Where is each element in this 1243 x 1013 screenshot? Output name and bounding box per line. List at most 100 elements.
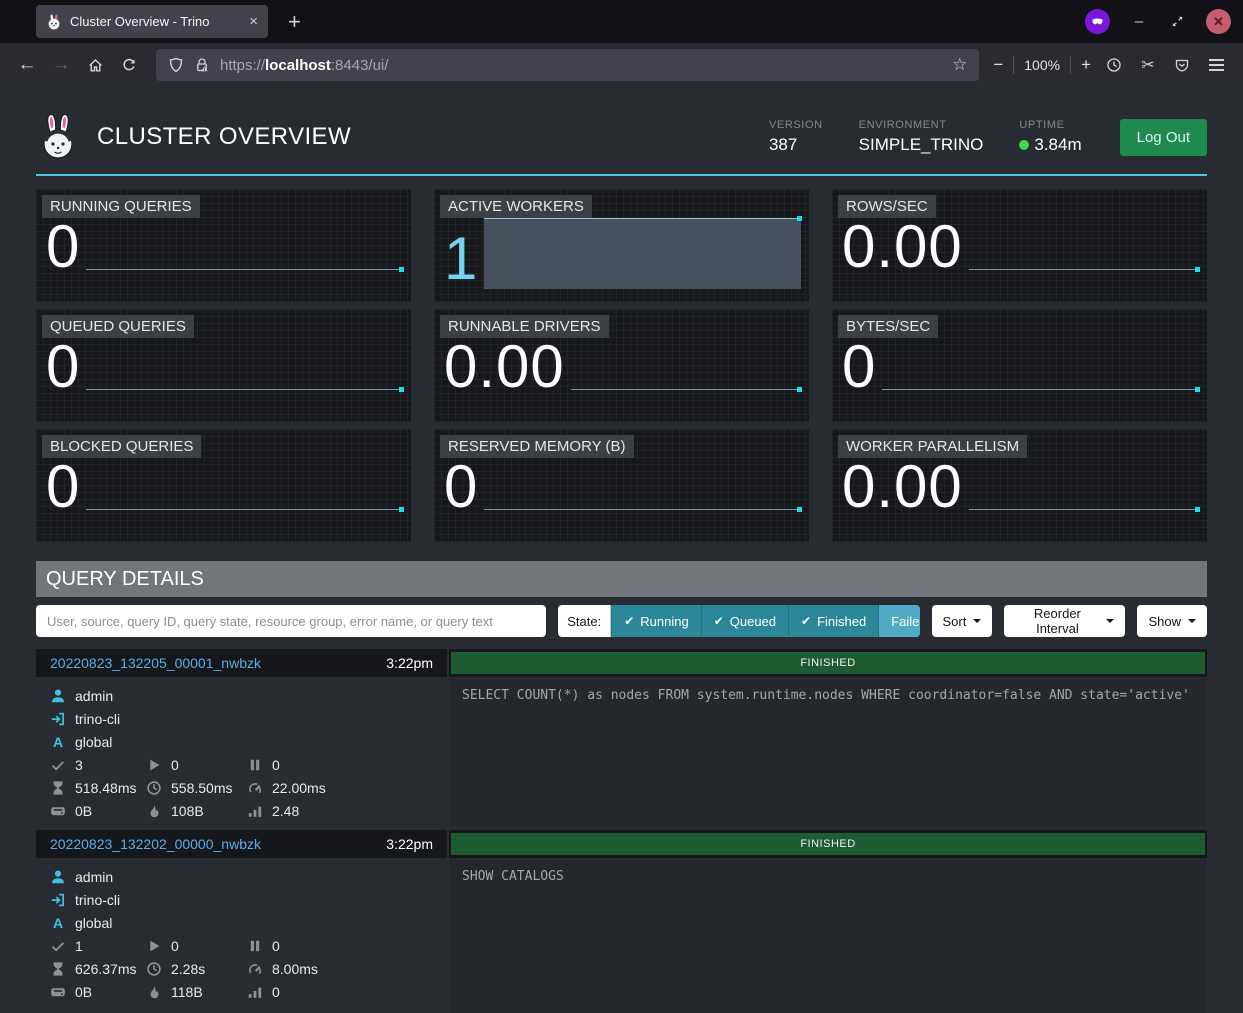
uptime-status-dot <box>1019 140 1029 150</box>
query-meta-panel: admintrino-cliAglobal100626.37ms2.28s8.0… <box>36 860 447 1013</box>
cpu-time-icon <box>247 961 263 977</box>
sparkline-flat <box>969 509 1199 510</box>
tracking-protection-shield-icon[interactable] <box>168 57 184 73</box>
query-id-link[interactable]: 20220823_132202_00000_nwbzk <box>50 836 261 852</box>
stat-completed-splits: 3 <box>50 753 146 776</box>
sparkline-flat <box>882 389 1199 390</box>
stat-card-value: 0.00 <box>842 458 963 517</box>
elapsed-time-value: 2.28s <box>171 961 205 977</box>
screenshot-scissors-icon[interactable]: ✂ <box>1131 49 1165 81</box>
query-sql-text: SHOW CATALOGS <box>449 860 1207 1013</box>
svg-text:A: A <box>53 915 63 931</box>
sparkline-latest-dot <box>797 387 802 392</box>
completed-splits-value: 3 <box>75 757 83 773</box>
query-search-input[interactable] <box>36 605 546 637</box>
private-browsing-icon <box>1085 9 1110 34</box>
trino-logo <box>36 113 80 161</box>
page-title: CLUSTER OVERVIEW <box>97 123 351 151</box>
sort-dropdown[interactable]: Sort <box>932 605 993 637</box>
pocket-icon[interactable] <box>1165 49 1199 81</box>
stat-card-value: 0 <box>46 458 80 517</box>
resource-group-icon: A <box>50 734 66 750</box>
completed-splits-icon <box>50 757 66 773</box>
source-value: trino-cli <box>75 892 120 908</box>
filter-running-button[interactable]: ✔Running <box>611 605 701 637</box>
stat-current-memory: 0B <box>50 980 146 1003</box>
stat-wall-time: 626.37ms <box>50 957 146 980</box>
separator <box>1013 56 1014 74</box>
check-icon: ✔ <box>624 614 634 628</box>
zoom-level[interactable]: 100% <box>1024 57 1060 73</box>
minimize-button[interactable]: – <box>1130 13 1148 31</box>
separator <box>1070 56 1071 74</box>
url-bar[interactable]: https://localhost:8443/ui/ ☆ <box>156 49 979 81</box>
query-status-cell: FINISHED <box>449 830 1207 858</box>
back-icon[interactable]: ← <box>10 49 44 81</box>
show-dropdown[interactable]: Show <box>1137 605 1207 637</box>
menu-hamburger-icon[interactable] <box>1199 49 1233 81</box>
check-icon: ✔ <box>714 614 724 628</box>
new-tab-button[interactable]: + <box>288 9 301 35</box>
query-list: 20220823_132205_00001_nwbzk3:22pmFINISHE… <box>36 649 1207 1013</box>
resource-group-value: global <box>75 734 112 750</box>
sparkline-latest-dot <box>399 267 404 272</box>
restore-button[interactable] <box>1168 13 1186 31</box>
zoom-in-button[interactable]: + <box>1081 55 1091 75</box>
sparkline-latest-dot <box>399 387 404 392</box>
stat-parallelism: 2.48 <box>247 799 433 822</box>
uptime-stat: UPTIME 3.84m <box>1019 119 1081 155</box>
tab-close-icon[interactable]: × <box>249 14 258 29</box>
trino-favicon <box>46 14 62 30</box>
version-value: 387 <box>769 135 823 155</box>
url-text[interactable]: https://localhost:8443/ui/ <box>220 57 942 74</box>
stat-card-value: 0 <box>46 338 80 397</box>
reload-icon[interactable] <box>112 49 146 81</box>
queued-splits-value: 0 <box>272 938 280 954</box>
stat-card-title: ACTIVE WORKERS <box>440 195 592 218</box>
stat-cpu-time: 22.00ms <box>247 776 433 799</box>
filter-finished-button[interactable]: ✔Finished <box>788 605 878 637</box>
sparkline-flat <box>571 389 801 390</box>
lock-warning-icon[interactable] <box>194 57 210 73</box>
resource-group-icon: A <box>50 915 66 931</box>
query-id-link[interactable]: 20220823_132205_00001_nwbzk <box>50 655 261 671</box>
bookmark-star-icon[interactable]: ☆ <box>952 55 967 75</box>
stat-elapsed-time: 2.28s <box>146 957 247 980</box>
query-user: admin <box>50 684 433 707</box>
stat-card-running-queries: RUNNING QUERIES0 <box>36 189 411 302</box>
check-icon: ✔ <box>801 614 811 628</box>
cumulative-memory-value: 108B <box>171 803 204 819</box>
browser-tab-bar: Cluster Overview - Trino × + – ✕ <box>0 0 1243 43</box>
logout-button[interactable]: Log Out <box>1120 119 1207 156</box>
stat-queued-splits: 0 <box>247 934 433 957</box>
stat-card-value[interactable]: 1 <box>444 230 478 289</box>
chevron-down-icon <box>973 619 981 623</box>
stat-card-reserved-memory-b-: RESERVED MEMORY (B)0 <box>434 429 809 542</box>
browser-navbar: ← → https://localhost:8443/ui/ ☆ − 100% … <box>0 43 1243 87</box>
tab-title: Cluster Overview - Trino <box>70 14 241 29</box>
environment-value: SIMPLE_TRINO <box>859 135 984 155</box>
filter-failed-dropdown[interactable]: Failed <box>878 605 919 637</box>
sparkline-latest-dot <box>797 216 802 221</box>
home-icon[interactable] <box>78 49 112 81</box>
reorder-interval-dropdown[interactable]: Reorder Interval <box>1004 605 1125 637</box>
query-stats-grid: 100626.37ms2.28s8.00ms0B118B0 <box>50 934 433 1003</box>
source-icon <box>50 892 66 908</box>
history-clock-icon[interactable] <box>1097 49 1131 81</box>
elapsed-time-icon <box>146 780 162 796</box>
browser-tab[interactable]: Cluster Overview - Trino × <box>36 5 268 38</box>
running-splits-icon <box>146 757 162 773</box>
source-icon <box>50 711 66 727</box>
user-icon <box>50 688 66 704</box>
user-value: admin <box>75 688 113 704</box>
sparkline-latest-dot <box>1195 507 1200 512</box>
cumulative-memory-icon <box>146 803 162 819</box>
sparkline-flat <box>484 509 801 510</box>
user-value: admin <box>75 869 113 885</box>
filter-queued-button[interactable]: ✔Queued <box>701 605 788 637</box>
forward-icon[interactable]: → <box>44 49 78 81</box>
uptime-value: 3.84m <box>1034 135 1081 155</box>
close-window-button[interactable]: ✕ <box>1206 9 1231 34</box>
zoom-out-button[interactable]: − <box>993 55 1003 75</box>
queued-splits-icon <box>247 938 263 954</box>
